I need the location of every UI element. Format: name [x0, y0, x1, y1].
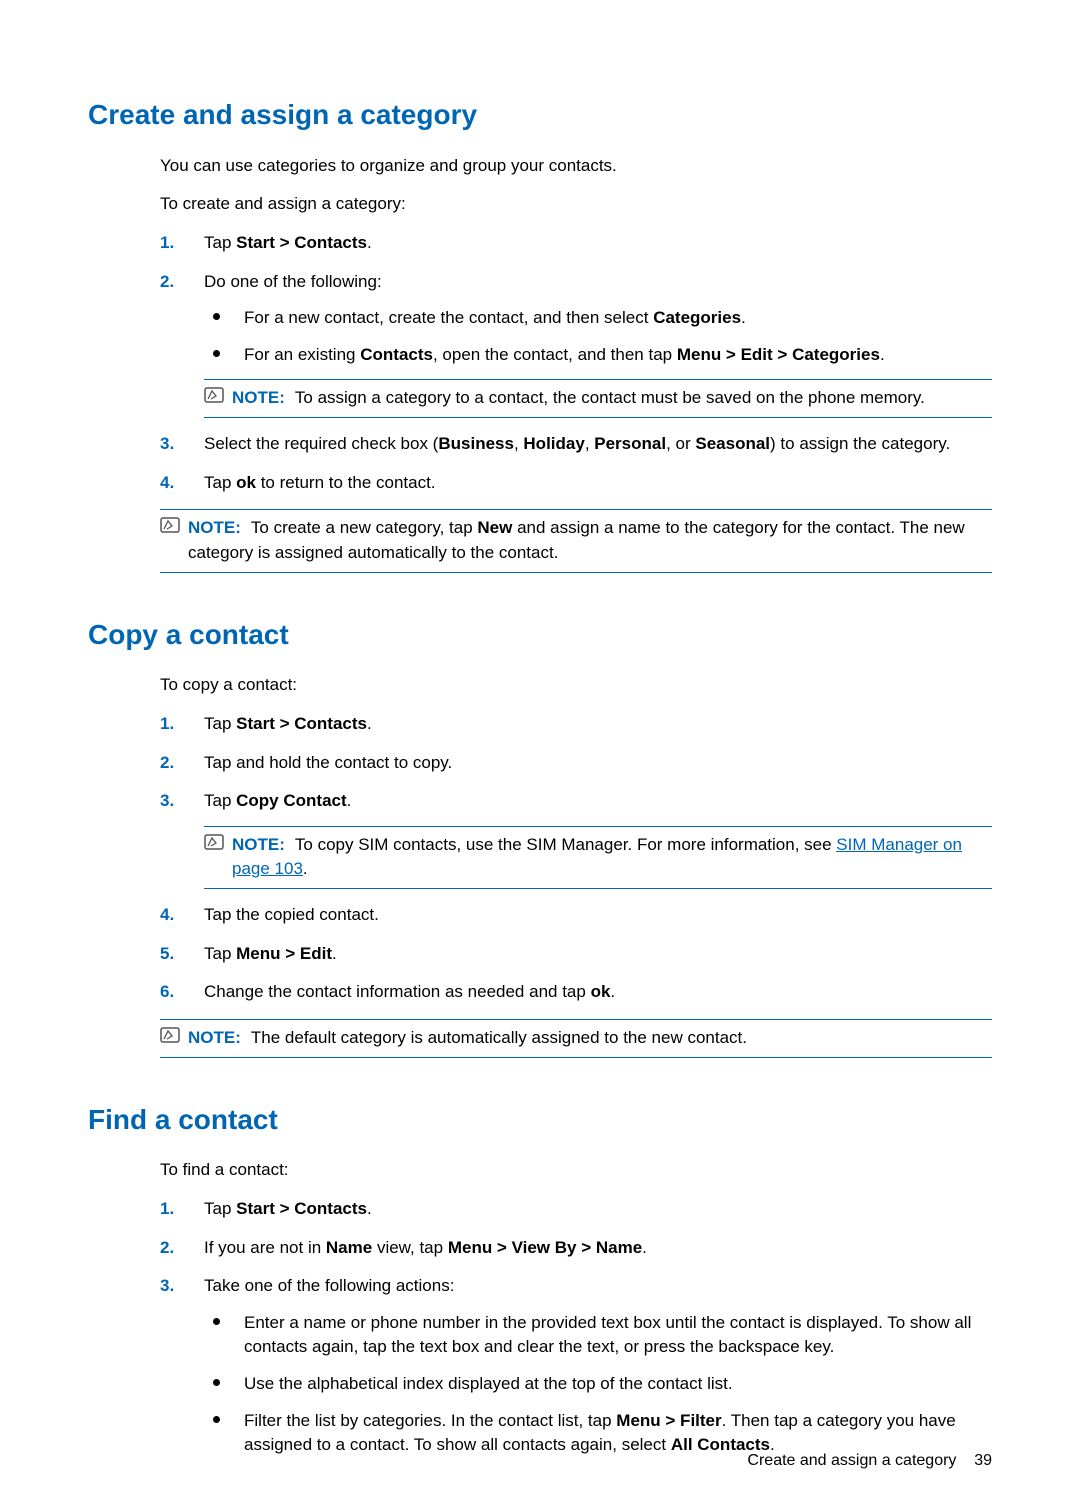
- section-body: You can use categories to organize and g…: [160, 154, 992, 496]
- step-text: Do one of the following:: [204, 272, 382, 291]
- step-text: Tap and hold the contact to copy.: [204, 753, 452, 772]
- step-item: 3. Select the required check box (Busine…: [160, 432, 992, 457]
- note-label: NOTE:: [232, 835, 285, 854]
- step-item: 3. Take one of the following actions: En…: [160, 1274, 992, 1458]
- step-number: 1.: [160, 712, 174, 737]
- bullet-item: For an existing Contacts, open the conta…: [204, 343, 992, 368]
- ordered-steps: 1. Tap Start > Contacts. 2. Tap and hold…: [160, 712, 992, 1005]
- step-item: 5. Tap Menu > Edit.: [160, 942, 992, 967]
- note-label: NOTE:: [188, 1028, 241, 1047]
- step-text: Select the required check box (Business,…: [204, 434, 950, 453]
- footer-section-title: Create and assign a category: [747, 1452, 956, 1469]
- bullet-list: For a new contact, create the contact, a…: [204, 306, 992, 367]
- step-number: 1.: [160, 231, 174, 256]
- intro-text: To copy a contact:: [160, 673, 992, 698]
- note-text: To copy SIM contacts, use the SIM Manage…: [232, 835, 962, 879]
- note-callout: NOTE: To assign a category to a contact, …: [204, 379, 992, 418]
- page-number: 39: [974, 1452, 992, 1469]
- step-item: 4. Tap the copied contact.: [160, 903, 992, 928]
- note-text: To assign a category to a contact, the c…: [295, 388, 925, 407]
- note-icon: [160, 516, 180, 532]
- note-callout: NOTE:To copy SIM contacts, use the SIM M…: [204, 826, 992, 889]
- heading-create-assign-category: Create and assign a category: [88, 95, 992, 136]
- step-text: Tap Copy Contact.: [204, 791, 351, 810]
- step-item: 4. Tap ok to return to the contact.: [160, 471, 992, 496]
- heading-copy-contact: Copy a contact: [88, 615, 992, 656]
- ordered-steps: 1. Tap Start > Contacts. 2. If you are n…: [160, 1197, 992, 1458]
- note-icon: [160, 1026, 180, 1042]
- step-item: 2. Do one of the following: For a new co…: [160, 270, 992, 419]
- step-text: Tap the copied contact.: [204, 905, 379, 924]
- step-text: Change the contact information as needed…: [204, 982, 615, 1001]
- bullet-item: For a new contact, create the contact, a…: [204, 306, 992, 331]
- ordered-steps: 1. Tap Start > Contacts. 2. Do one of th…: [160, 231, 992, 495]
- step-text: Take one of the following actions:: [204, 1276, 454, 1295]
- bullet-item: Enter a name or phone number in the prov…: [204, 1311, 992, 1360]
- step-text: If you are not in Name view, tap Menu > …: [204, 1238, 647, 1257]
- heading-find-contact: Find a contact: [88, 1100, 992, 1141]
- document-page: Create and assign a category You can use…: [0, 0, 1080, 1512]
- bullet-list: Enter a name or phone number in the prov…: [204, 1311, 992, 1458]
- bullet-item: Use the alphabetical index displayed at …: [204, 1372, 992, 1397]
- step-text: Tap ok to return to the contact.: [204, 473, 436, 492]
- step-number: 3.: [160, 432, 174, 457]
- step-item: 3. Tap Copy Contact. NOTE:To copy SIM co…: [160, 789, 992, 889]
- section-body: To find a contact: 1. Tap Start > Contac…: [160, 1158, 992, 1458]
- step-item: 2. Tap and hold the contact to copy.: [160, 751, 992, 776]
- step-text: Tap Start > Contacts.: [204, 714, 372, 733]
- step-number: 5.: [160, 942, 174, 967]
- step-item: 1. Tap Start > Contacts.: [160, 1197, 992, 1222]
- note-callout: NOTE: The default category is automatical…: [160, 1019, 992, 1058]
- step-text: Tap Start > Contacts.: [204, 1199, 372, 1218]
- step-number: 3.: [160, 789, 174, 814]
- page-footer: Create and assign a category 39: [747, 1449, 992, 1472]
- step-number: 2.: [160, 270, 174, 295]
- step-number: 3.: [160, 1274, 174, 1299]
- step-item: 1. Tap Start > Contacts.: [160, 231, 992, 256]
- note-icon: [204, 386, 224, 402]
- note-label: NOTE:: [188, 518, 241, 537]
- section-body: To copy a contact: 1. Tap Start > Contac…: [160, 673, 992, 1005]
- step-text: Tap Start > Contacts.: [204, 233, 372, 252]
- intro-text: To create and assign a category:: [160, 192, 992, 217]
- step-item: 2. If you are not in Name view, tap Menu…: [160, 1236, 992, 1261]
- step-number: 4.: [160, 471, 174, 496]
- step-number: 1.: [160, 1197, 174, 1222]
- step-number: 2.: [160, 751, 174, 776]
- intro-text: You can use categories to organize and g…: [160, 154, 992, 179]
- step-item: 1. Tap Start > Contacts.: [160, 712, 992, 737]
- step-number: 2.: [160, 1236, 174, 1261]
- note-text: The default category is automatically as…: [251, 1028, 747, 1047]
- note-callout: NOTE:To create a new category, tap New a…: [160, 509, 992, 572]
- note-icon: [204, 833, 224, 849]
- step-number: 4.: [160, 903, 174, 928]
- note-text: To create a new category, tap New and as…: [188, 518, 965, 562]
- note-label: NOTE:: [232, 388, 285, 407]
- step-number: 6.: [160, 980, 174, 1005]
- intro-text: To find a contact:: [160, 1158, 992, 1183]
- step-text: Tap Menu > Edit.: [204, 944, 337, 963]
- step-item: 6. Change the contact information as nee…: [160, 980, 992, 1005]
